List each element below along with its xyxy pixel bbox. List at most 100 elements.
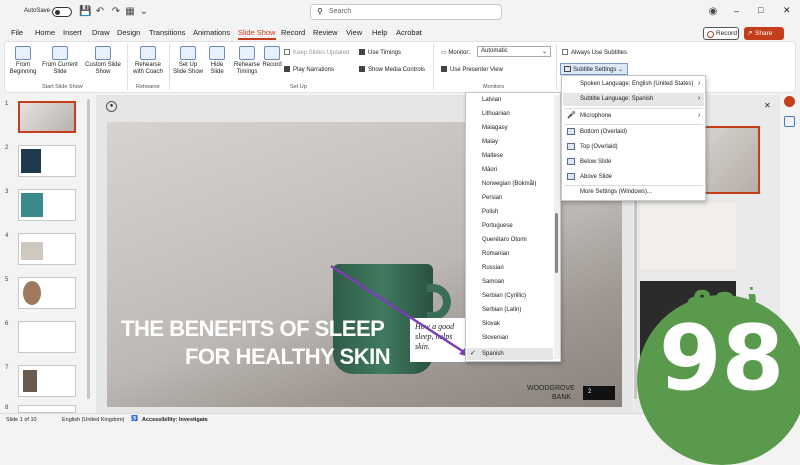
- slide-thumbnail[interactable]: [18, 233, 76, 265]
- tab-transitions[interactable]: Transitions: [149, 28, 185, 37]
- tab-draw[interactable]: Draw: [92, 28, 110, 37]
- menu-item-below-slide[interactable]: Below Slide: [580, 159, 611, 165]
- menu-item-top-overlaid[interactable]: Top (Overlaid): [580, 144, 618, 150]
- redo-icon[interactable]: ↷: [110, 6, 122, 18]
- menu-item-more-settings[interactable]: More Settings (Windows)...: [580, 189, 652, 195]
- slide-thumbnail[interactable]: [18, 101, 76, 133]
- rehearse-timings-button[interactable]: Rehearse Timings: [233, 46, 261, 76]
- slide-number: 3: [5, 189, 9, 195]
- slide-thumbnail[interactable]: [18, 145, 76, 177]
- record-ribbon-button[interactable]: Record: [262, 46, 282, 69]
- language-option[interactable]: Polish: [482, 209, 498, 215]
- list-scroll-thumb[interactable]: [555, 213, 558, 273]
- tab-animations[interactable]: Animations: [193, 28, 230, 37]
- language-option[interactable]: Romanian: [482, 251, 509, 257]
- language-option-selected[interactable]: [467, 348, 553, 360]
- monitor-label: ▭ Monitor:: [441, 49, 470, 56]
- tab-record[interactable]: Record: [281, 28, 305, 37]
- undo-icon[interactable]: ↶: [94, 6, 106, 18]
- side-app-icon[interactable]: [784, 116, 795, 127]
- hide-slide-icon: [209, 46, 225, 60]
- slideshow-icon[interactable]: ▦: [124, 6, 136, 18]
- subtitle-top-icon: [567, 143, 575, 150]
- language-option[interactable]: Lithuanian: [482, 111, 510, 117]
- language-option[interactable]: Malay: [482, 139, 498, 145]
- menu-item-subtitle-language[interactable]: Subtitle Language: Spanish: [580, 96, 653, 102]
- tab-design[interactable]: Design: [117, 28, 140, 37]
- watermark-number: 98: [659, 306, 785, 411]
- language-option[interactable]: Russian: [482, 265, 504, 271]
- tab-review[interactable]: Review: [313, 28, 338, 37]
- subtitle-settings-button[interactable]: Subtitle Settings ⌄: [560, 63, 628, 75]
- always-subtitles-checkbox[interactable]: Always Use Subtitles: [562, 49, 627, 56]
- language-option[interactable]: Malagasy: [482, 125, 508, 131]
- language-option[interactable]: Māori: [482, 167, 497, 173]
- tab-help[interactable]: Help: [372, 28, 387, 37]
- close-button[interactable]: ✕: [783, 5, 791, 16]
- save-icon[interactable]: 💾: [79, 6, 91, 18]
- language-option[interactable]: Spanish: [482, 351, 504, 357]
- tab-home[interactable]: Home: [35, 28, 55, 37]
- tab-file[interactable]: File: [11, 28, 23, 37]
- from-beginning-button[interactable]: From Beginning: [8, 46, 38, 76]
- designer-icon[interactable]: ●: [106, 101, 117, 112]
- slide-thumbnail[interactable]: [18, 365, 76, 397]
- presenter-view-checkbox[interactable]: Use Presenter View: [441, 66, 503, 73]
- customize-toolbar-icon[interactable]: ⌄: [138, 6, 150, 18]
- hide-slide-button[interactable]: Hide Slide: [205, 46, 229, 76]
- slide-thumbnails-panel: 1 2 3 4 5 6 7 8: [0, 95, 92, 413]
- page-number-box: 2: [583, 386, 615, 400]
- use-timings-checkbox[interactable]: Use Timings: [359, 49, 401, 56]
- slide-thumbnail[interactable]: [18, 189, 76, 221]
- custom-show-button[interactable]: Custom Slide Show: [84, 46, 122, 76]
- language-option[interactable]: Slovak: [482, 321, 500, 327]
- accessibility-status[interactable]: Accessibility: Investigate: [142, 417, 208, 423]
- pane-close-icon[interactable]: ✕: [764, 101, 771, 110]
- language-status[interactable]: English (United Kingdom): [62, 417, 124, 423]
- language-option[interactable]: Latvian: [482, 97, 501, 103]
- slide-thumbnail[interactable]: [18, 321, 76, 353]
- group-monitors: Monitors: [483, 84, 505, 90]
- setup-show-button[interactable]: Set Up Slide Show: [172, 46, 204, 76]
- record-button[interactable]: Record: [703, 27, 739, 40]
- rehearse-coach-button[interactable]: Rehearse with Coach: [130, 46, 166, 76]
- design-idea[interactable]: [640, 203, 736, 269]
- slide-thumbnail[interactable]: [18, 277, 76, 309]
- search-box[interactable]: ⚲ Search: [310, 4, 502, 20]
- language-option[interactable]: Norwegian (Bokmål): [482, 181, 536, 187]
- language-option[interactable]: Serbian (Latin): [482, 307, 521, 313]
- share-button[interactable]: ↗ Share: [744, 27, 784, 40]
- tab-acrobat[interactable]: Acrobat: [396, 28, 422, 37]
- rehearse-coach-label: Rehearse with Coach: [133, 62, 163, 75]
- show-media-checkbox[interactable]: Show Media Controls: [359, 66, 425, 73]
- menu-item-spoken-language[interactable]: Spoken Language: English (United States): [580, 81, 693, 87]
- menu-item-bottom-overlaid[interactable]: Bottom (Overlaid): [580, 129, 627, 135]
- side-app-icon[interactable]: [784, 96, 795, 107]
- language-option[interactable]: Portuguese: [482, 223, 513, 229]
- monitor-select[interactable]: Automatic ⌄: [477, 46, 551, 57]
- share-label: Share: [755, 30, 773, 37]
- slide-thumbnail[interactable]: [18, 405, 76, 413]
- timings-icon: [239, 46, 255, 60]
- language-option[interactable]: Persian: [482, 195, 502, 201]
- language-option[interactable]: Maltese: [482, 153, 503, 159]
- slide-number: 5: [5, 277, 9, 283]
- autosave-toggle[interactable]: [52, 7, 72, 17]
- minimize-button[interactable]: –: [734, 6, 739, 16]
- thumbnail-scrollbar[interactable]: [87, 99, 90, 399]
- keep-updated-label: Keep Slides Updated: [293, 50, 350, 56]
- language-option[interactable]: Samoan: [482, 279, 504, 285]
- menu-item-microphone[interactable]: Microphone: [580, 113, 611, 119]
- language-option[interactable]: Serbian (Cyrillic): [482, 293, 526, 299]
- play-narrations-checkbox[interactable]: Play Narrations: [284, 66, 334, 73]
- from-current-button[interactable]: From Current Slide: [42, 46, 78, 76]
- language-option[interactable]: Querétaro Otomi: [482, 237, 527, 243]
- maximize-button[interactable]: □: [758, 5, 763, 15]
- menu-item-above-slide[interactable]: Above Slide: [580, 174, 612, 180]
- language-option[interactable]: Slovenian: [482, 335, 508, 341]
- tab-view[interactable]: View: [346, 28, 362, 37]
- keep-updated-checkbox[interactable]: Keep Slides Updated: [284, 49, 349, 56]
- tab-insert[interactable]: Insert: [63, 28, 82, 37]
- tab-slide-show[interactable]: Slide Show: [238, 28, 276, 40]
- copilot-icon[interactable]: ◉: [707, 6, 719, 18]
